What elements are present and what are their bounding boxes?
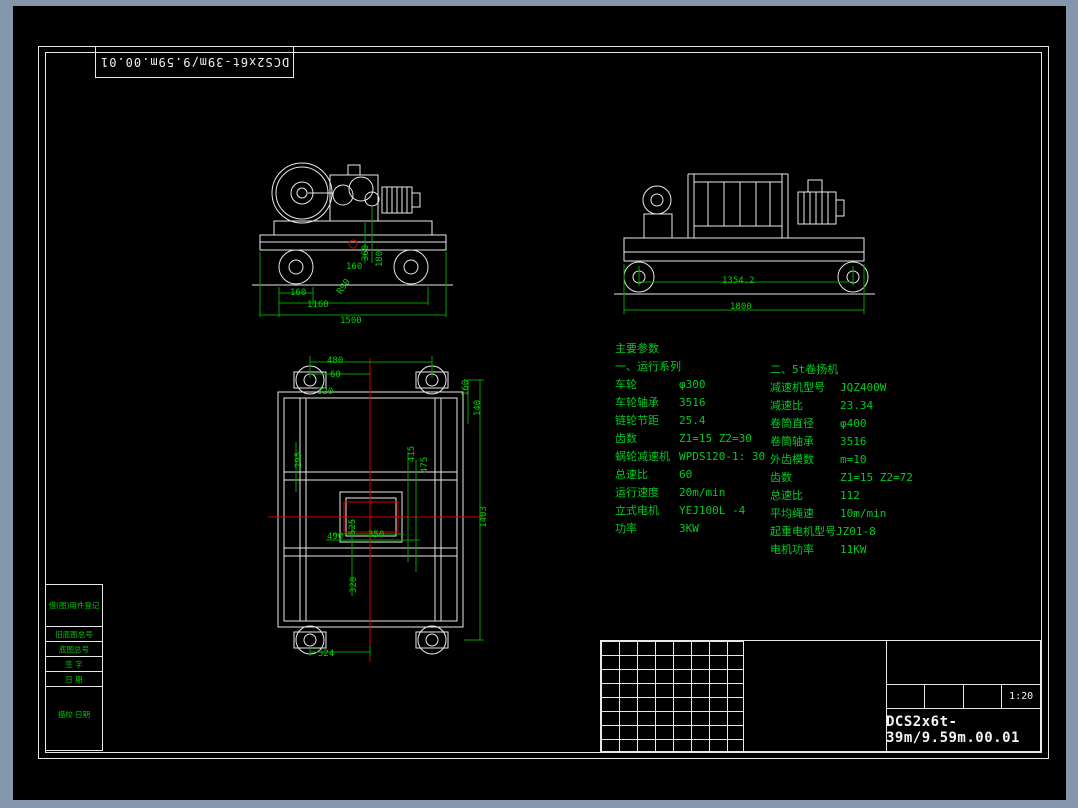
dim-label: 475 [420, 456, 431, 474]
plan-view-drawing [268, 356, 484, 662]
dim-label: 160 [290, 288, 307, 298]
param-label: 齿数 [770, 471, 792, 484]
param-label: 链轮节距 [615, 414, 659, 427]
left-table-row: 签 字 [46, 657, 102, 672]
parameters-column-1: 主要参数 一、运行系列 车轮 φ300 车轮轴承 3516 链轮节距 25.4 齿数 Z… [615, 339, 765, 537]
left-table-row: 日 期 [46, 672, 102, 687]
title-block-middle-cell [743, 641, 887, 751]
param-value: φ400 [840, 416, 867, 430]
dim-label: 60 [330, 370, 341, 380]
dim-label: 415 [407, 445, 418, 463]
dim-label: 525 [348, 518, 359, 536]
param-value: 11KW [840, 542, 867, 556]
dim-label: 360 [361, 244, 372, 262]
dim-label: 295 [294, 451, 305, 469]
param-value: φ300 [679, 377, 706, 391]
left-table-row: 描校 日期 [57, 710, 91, 719]
param-label: 车轮轴承 [615, 396, 659, 409]
param-label: 减速机型号 [770, 381, 825, 394]
param-label: 电机功率 [770, 543, 814, 556]
param-value: 01-8 [849, 524, 876, 538]
title-block: 1:20 DCS2x6t-39m/9.59m.00.01 [600, 640, 1041, 752]
dim-label: 160 [346, 262, 363, 272]
param-label: 外齿模数 [770, 453, 814, 466]
param-value: 60 [679, 467, 693, 481]
param-value: 20m/min [679, 485, 726, 499]
end-elevation-drawing [614, 173, 875, 314]
param-label: 运行速度 [615, 486, 659, 499]
param-value: Z1=15 Z2=72 [840, 470, 913, 484]
params-title: 主要参数 [615, 342, 659, 355]
drawing-number-box: DCS2x6t-39m/9.59m.00.01 [95, 46, 294, 78]
dim-label: 1500 [340, 316, 362, 326]
param-value: 3516 [840, 434, 867, 448]
title-block-scale-row: 1:20 [886, 685, 1040, 709]
param-value: 3KW [679, 521, 699, 535]
param-label: 车轮 [615, 378, 637, 391]
param-value: 112 [840, 488, 860, 502]
title-block-cell [925, 685, 964, 708]
param-label: 齿数 [615, 432, 637, 445]
dim-label: 1160 [307, 300, 329, 310]
param-label: 功率 [615, 522, 637, 535]
param-value: 25.4 [679, 413, 706, 427]
left-table-row: 旧底图总号 [46, 627, 102, 642]
param-value: 10m/min [840, 506, 887, 520]
param-value: 23.34 [840, 398, 874, 412]
param-label: 卷筒轴承 [770, 435, 814, 448]
dim-label: 1800 [730, 302, 752, 312]
dim-label: 180 [375, 250, 386, 268]
dim-label: 140 [473, 399, 484, 417]
title-block-revision-grid [601, 641, 744, 751]
dim-label: 160 [461, 379, 472, 397]
left-revision-table: 借(图)用件登记 旧底图总号 底图总号 签 字 日 期 描校 日期 [45, 584, 103, 751]
param-label: 卷筒直径 [770, 417, 814, 430]
param-label: 减速比 [770, 399, 803, 412]
dim-label: 1403 [478, 506, 489, 528]
param-value: WPDS120-1: 30 [679, 449, 766, 463]
param-label: 总速比 [770, 489, 803, 502]
dim-label: 350 [368, 530, 385, 540]
param-value: Z1=15 Z2=30 [679, 431, 752, 445]
cad-viewer: DCS2x6t-39m/9.59m.00.01 借(图)用件登记 旧底图总号 底… [0, 0, 1078, 808]
param-value: 3516 [679, 395, 706, 409]
scale-value: 1:20 [1009, 691, 1034, 702]
title-block-name-cell: DCS2x6t-39m/9.59m.00.01 [886, 709, 1040, 751]
dim-label: 480 [327, 356, 344, 366]
drawing-number-main: DCS2x6t-39m/9.59m.00.01 [886, 714, 1020, 746]
param-label: 蜗轮减速机 [615, 450, 670, 463]
dim-label: 320 [349, 576, 360, 594]
param-value: m=10 [840, 452, 867, 466]
drawing-number-rotated: DCS2x6t-39m/9.59m.00.01 [99, 55, 290, 69]
param-label: 起重电机型号JZ [770, 525, 850, 538]
param-label: 立式电机 [615, 504, 659, 517]
dim-label: 320 [317, 387, 334, 397]
dim-label: 490 [327, 532, 344, 542]
param-value: JQZ400W [840, 380, 887, 394]
side-elevation-drawing [252, 162, 453, 317]
title-block-cell [886, 685, 925, 708]
dim-label: 1354.2 [722, 276, 755, 286]
param-value: YEJ100L -4 [679, 503, 746, 517]
left-table-row: 底图总号 [46, 642, 102, 657]
title-block-top-cell [886, 641, 1040, 685]
left-table-row: 借(图)用件登记 [46, 585, 102, 627]
param-label: 总速比 [615, 468, 648, 481]
title-block-cell [964, 685, 1003, 708]
parameters-column-2: 二、5t卷扬机 减速机型号 JQZ400W 减速比 23.34 卷筒直径 φ400 卷… [770, 360, 913, 558]
dim-label: 524 [318, 649, 335, 659]
param-label: 平均绳速 [770, 507, 814, 520]
params-section2-title: 二、5t卷扬机 [770, 363, 839, 376]
params-section1-title: 一、运行系列 [615, 360, 681, 373]
